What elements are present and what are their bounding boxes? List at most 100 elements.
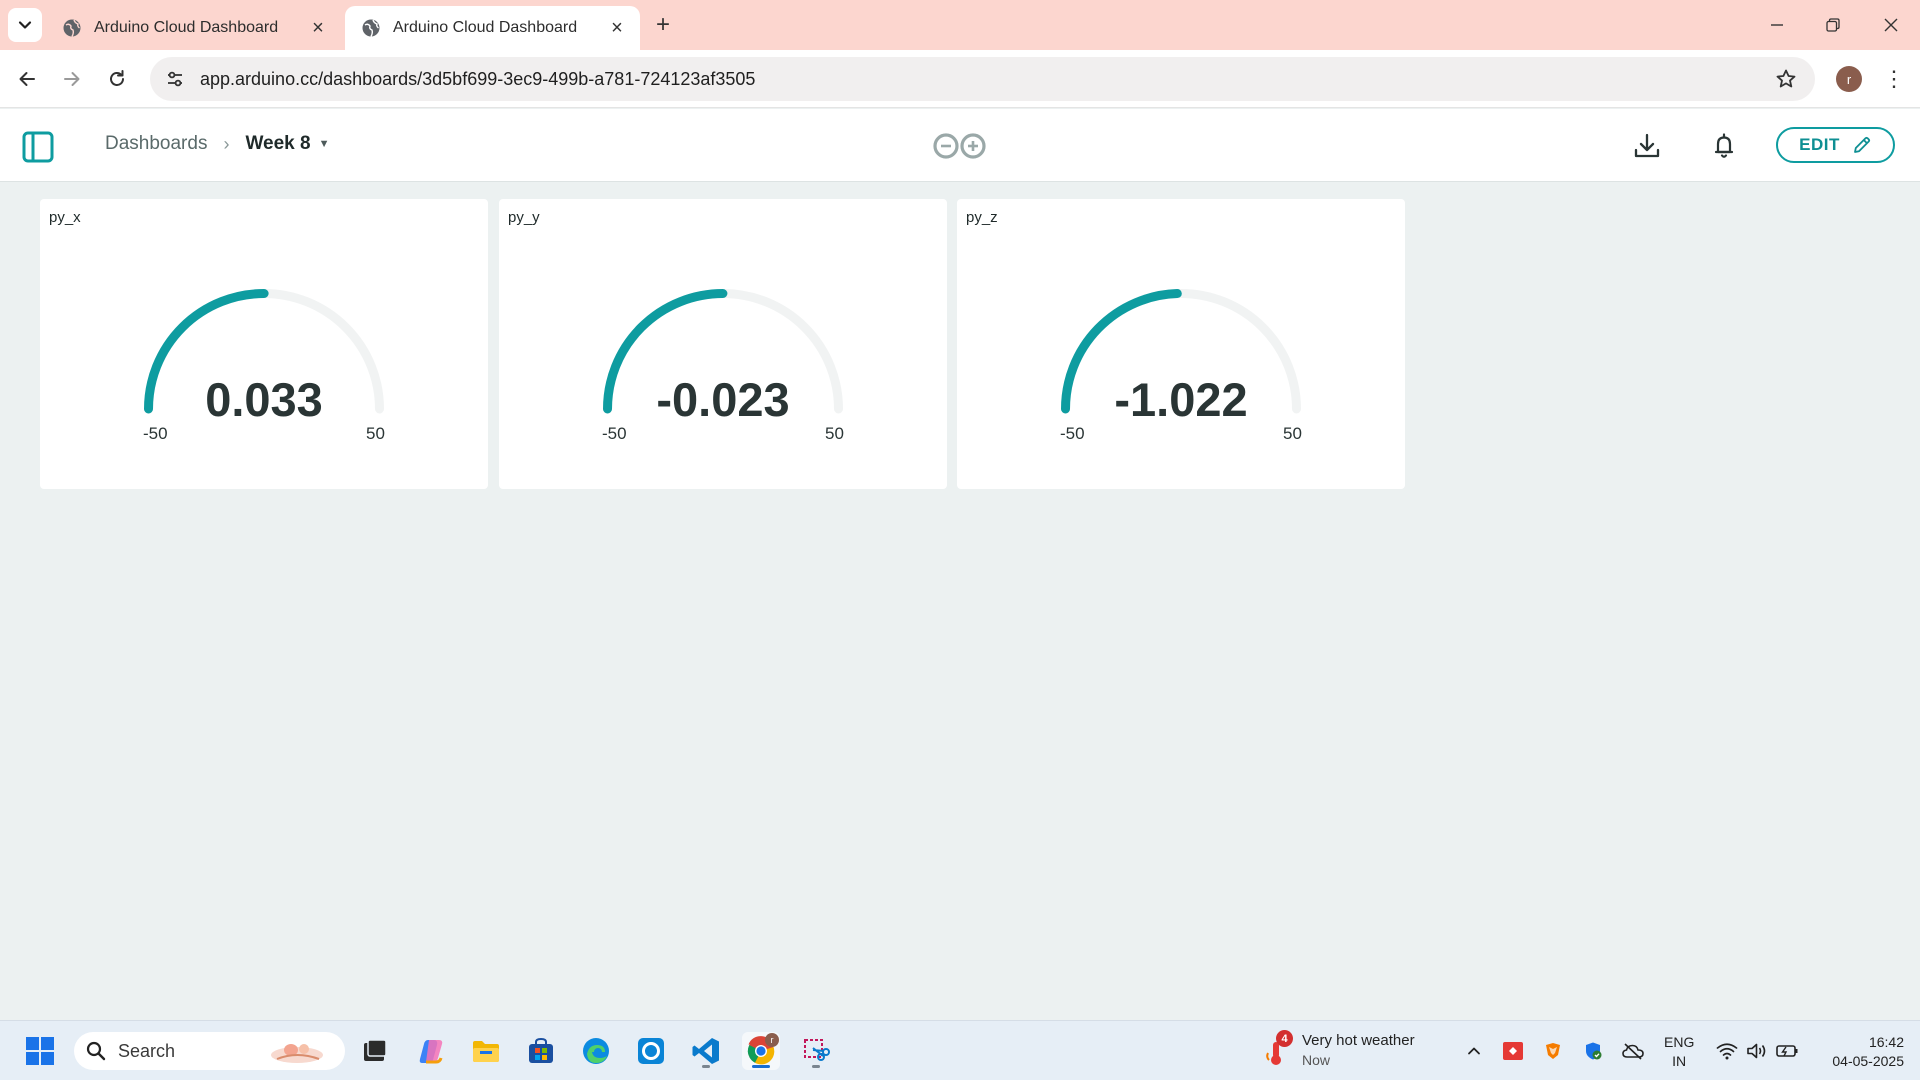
gauge-widget-py-y[interactable]: py_y -0.023 -50 50 (499, 199, 947, 489)
profile-avatar[interactable]: r (1836, 66, 1862, 92)
volume-status[interactable] (1745, 1040, 1769, 1062)
globe-icon (362, 19, 380, 37)
gauge-dial (144, 288, 384, 414)
address-bar[interactable]: app.arduino.cc/dashboards/3d5bf699-3ec9-… (150, 57, 1815, 101)
store-icon (529, 1037, 553, 1063)
gauge-value: 0.033 (205, 373, 323, 426)
globe-icon (63, 19, 81, 37)
vscode-icon (692, 1038, 719, 1064)
download-icon[interactable] (1632, 131, 1662, 161)
restore-icon (1826, 18, 1840, 32)
task-view-button[interactable] (356, 1032, 394, 1070)
running-indicator (812, 1065, 820, 1068)
system-clock[interactable]: 16:42 04-05-2025 (1812, 1033, 1904, 1071)
store-button[interactable] (522, 1032, 560, 1070)
windows-logo-icon (26, 1037, 54, 1065)
weather-subtitle: Now (1302, 1052, 1331, 1068)
bell-icon[interactable] (1709, 131, 1739, 161)
anydesk-icon (1503, 1042, 1523, 1060)
taskbar-search[interactable]: Search (74, 1032, 345, 1070)
tray-security[interactable] (1581, 1040, 1605, 1062)
battery-status[interactable] (1775, 1040, 1799, 1062)
tray-onedrive[interactable] (1621, 1040, 1645, 1062)
tray-app-brave[interactable] (1541, 1040, 1565, 1062)
close-icon (1884, 18, 1898, 32)
minimize-button[interactable] (1762, 10, 1792, 40)
gauge-dial (1061, 289, 1301, 414)
edit-button[interactable]: EDIT (1776, 127, 1895, 163)
gauge-max-label: 50 (1283, 424, 1302, 443)
back-button[interactable] (12, 64, 42, 94)
battery-icon (1776, 1045, 1798, 1057)
weather-alert-badge: 4 (1276, 1030, 1293, 1047)
tab-title: Arduino Cloud Dashboard (94, 19, 279, 36)
weather-widget[interactable]: 4 Very hot weather Now (1262, 1029, 1442, 1073)
arrow-right-icon (64, 72, 80, 86)
clock-date: 04-05-2025 (1832, 1053, 1904, 1069)
gauge-max-label: 50 (366, 424, 385, 443)
forward-button[interactable] (57, 64, 87, 94)
browser-tab-strip: Arduino Cloud Dashboard × Arduino Cloud … (0, 0, 1920, 50)
speaker-icon (1747, 1043, 1766, 1059)
browser-tab-2[interactable]: Arduino Cloud Dashboard × (345, 6, 640, 50)
chrome-button[interactable]: r (742, 1032, 780, 1070)
show-hidden-icons-button[interactable] (1462, 1040, 1486, 1062)
url-text: app.arduino.cc/dashboards/3d5bf699-3ec9-… (200, 68, 756, 89)
arduino-logo-icon (933, 133, 986, 159)
windows-taskbar: Search r 4 Very hot weather Now ENG IN 1… (0, 1020, 1920, 1080)
site-settings-icon[interactable] (164, 68, 186, 90)
browser-toolbar: app.arduino.cc/dashboards/3d5bf699-3ec9-… (0, 50, 1920, 108)
arrow-left-icon (19, 72, 35, 86)
browser-tab-1[interactable]: Arduino Cloud Dashboard × (46, 6, 341, 50)
edge-button[interactable] (577, 1032, 615, 1070)
close-tab-icon[interactable]: × (307, 17, 329, 39)
cloud-offline-icon (1622, 1043, 1644, 1060)
snipping-tool-button[interactable] (797, 1032, 835, 1070)
vscode-button[interactable] (687, 1032, 725, 1070)
snipping-tool-icon (804, 1039, 830, 1061)
browser-menu-icon[interactable]: ⋮ (1882, 66, 1906, 92)
restore-button[interactable] (1818, 10, 1848, 40)
app-button-circle[interactable] (632, 1032, 670, 1070)
language-code: ENG (1664, 1034, 1695, 1050)
tab-search-button[interactable] (8, 8, 42, 42)
shield-brave-icon (1546, 1043, 1560, 1059)
caret-down-icon: ▼ (318, 138, 330, 150)
gauge-max-label: 50 (825, 424, 844, 443)
gauge-widget-py-z[interactable]: py_z -1.022 -50 50 (957, 199, 1405, 489)
gauge-min-label: -50 (143, 424, 168, 443)
chevron-up-icon (1468, 1047, 1480, 1055)
close-window-button[interactable] (1876, 10, 1906, 40)
search-icon (86, 1041, 106, 1061)
wifi-status[interactable] (1715, 1040, 1739, 1062)
gauge-min-label: -50 (1060, 424, 1085, 443)
edit-label: EDIT (1799, 135, 1840, 154)
task-view-icon (364, 1039, 387, 1061)
gauge-widget-py-x[interactable]: py_x 0.033 -50 50 (40, 199, 488, 489)
bookmark-star-icon[interactable] (1775, 68, 1797, 90)
breadcrumb-dashboards[interactable]: Dashboards (105, 133, 207, 155)
input-language-indicator[interactable]: ENG IN (1664, 1033, 1694, 1071)
sidebar-toggle-icon[interactable] (22, 131, 54, 163)
search-highlight-icon (271, 1044, 323, 1063)
edge-icon (583, 1038, 609, 1064)
breadcrumb: Dashboards › Week 8 ▼ (105, 133, 329, 155)
folder-icon (473, 1041, 499, 1062)
start-button[interactable] (21, 1032, 59, 1070)
file-explorer-button[interactable] (467, 1032, 505, 1070)
new-tab-button[interactable]: + (650, 11, 676, 38)
weather-title: Very hot weather (1302, 1032, 1415, 1049)
reload-button[interactable] (102, 64, 132, 94)
gauge-dial (603, 289, 843, 414)
gauge-value: -0.023 (656, 373, 790, 426)
copilot-button[interactable] (412, 1032, 450, 1070)
chevron-right-icon: › (223, 133, 230, 154)
dashboard-name: Week 8 (245, 133, 311, 154)
dashboard-header: Dashboards › Week 8 ▼ EDIT (0, 109, 1920, 182)
search-placeholder: Search (118, 1040, 176, 1061)
copilot-icon (419, 1040, 443, 1064)
close-tab-icon[interactable]: × (606, 17, 628, 39)
running-indicator (702, 1065, 710, 1068)
tray-app-red[interactable] (1501, 1040, 1525, 1062)
dashboard-selector[interactable]: Week 8 ▼ (245, 133, 329, 155)
